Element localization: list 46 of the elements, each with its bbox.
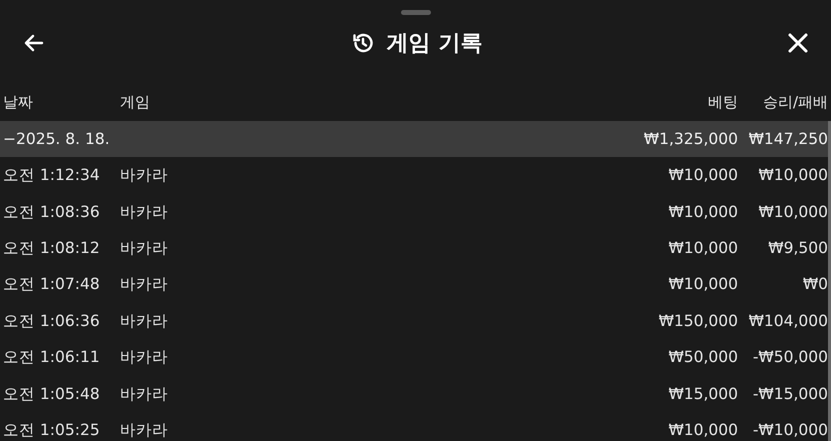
game-cell-text: 바카라 (120, 275, 169, 294)
column-header: 날짜 (3, 93, 34, 111)
result-cell-text: -₩10,000 (752, 421, 828, 440)
column-header: 베팅 (707, 93, 738, 111)
result-cell-text: ₩104,000 (748, 312, 828, 330)
time-cell-text: 오전 1:08:36 (3, 202, 101, 222)
bet-cell-text: ₩50,000 (667, 348, 738, 367)
date-group-label: −2025. 8. 18. (3, 130, 111, 148)
scrollbar[interactable] (828, 121, 831, 441)
result-cell-text: ₩0 (802, 275, 828, 294)
bet-cell-text: ₩10,000 (667, 421, 738, 440)
result-total: ₩147,250 (748, 130, 828, 148)
time-cell-text: 오전 1:05:48 (3, 384, 101, 404)
time-cell-text: 오전 1:12:34 (3, 166, 101, 185)
bet-cell-text: ₩15,000 (667, 384, 738, 404)
bet-total: ₩1,325,000 (642, 130, 738, 148)
time-cell-text: 오전 1:06:36 (3, 312, 101, 330)
bet-cell-text: ₩10,000 (667, 166, 738, 185)
game-cell-text: 바카라 (120, 166, 169, 185)
time-cell-text: 오전 1:08:12 (3, 239, 101, 258)
column-header: 게임 (120, 93, 151, 111)
bet-cell-text: ₩150,000 (658, 312, 738, 330)
bet-cell-text: ₩10,000 (667, 239, 738, 258)
game-cell-text: 바카라 (120, 239, 169, 258)
bet-cell-text: ₩10,000 (667, 275, 738, 294)
time-cell-text: 오전 1:05:25 (3, 421, 101, 440)
game-cell-text: 바카라 (120, 202, 169, 222)
close-icon (786, 32, 809, 54)
time-cell-text: 오전 1:06:11 (3, 348, 101, 367)
result-cell-text: ₩9,500 (767, 239, 828, 258)
result-cell-text: -₩15,000 (752, 384, 828, 404)
game-cell-text: 바카라 (120, 312, 169, 330)
game-cell-text: 바카라 (120, 348, 169, 367)
game-cell-text: 바카라 (120, 421, 169, 440)
window-title: 게임 기록 (386, 30, 482, 58)
result-cell-text: ₩10,000 (757, 166, 828, 185)
close-button[interactable] (786, 32, 809, 54)
time-cell-text: 오전 1:07:48 (3, 275, 101, 294)
result-cell-text: ₩10,000 (757, 202, 828, 222)
result-cell-text: -₩50,000 (752, 348, 828, 367)
drag-handle[interactable] (400, 10, 430, 15)
column-header: 승리/패배 (762, 93, 828, 111)
bet-cell-text: ₩10,000 (667, 202, 738, 222)
date-group-row[interactable]: −2025. 8. 18. ₩1,325,000 ₩147,250 (0, 121, 831, 158)
history-icon (350, 31, 375, 55)
game-cell-text: 바카라 (120, 384, 169, 404)
